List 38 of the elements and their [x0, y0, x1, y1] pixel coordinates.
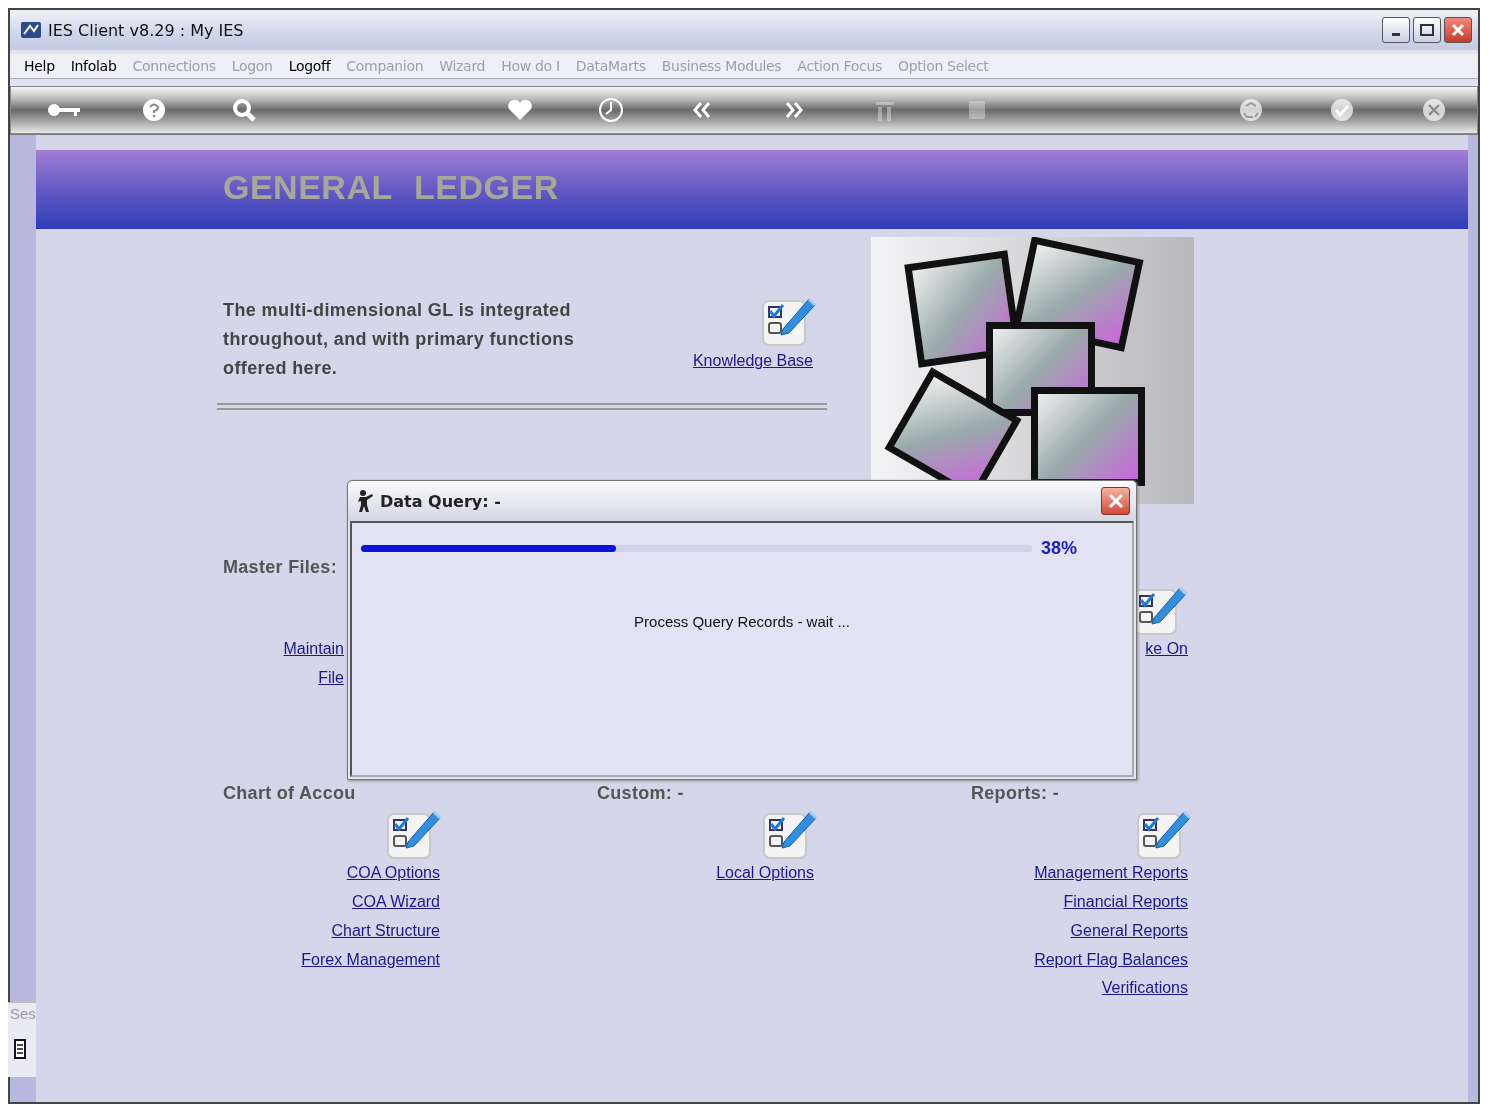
dialog-title: Data Query: -	[380, 491, 501, 511]
section-heading: Chart of Accou	[223, 782, 357, 805]
menu-link[interactable]: COA Wizard	[352, 888, 440, 917]
close-icon	[1451, 23, 1465, 37]
menu-link[interactable]: Chart Structure	[331, 916, 440, 946]
window-title: IES Client v8.29 : My IES	[48, 20, 244, 40]
close-button[interactable]	[1101, 487, 1130, 515]
menu-link[interactable]: Report Flag Balances	[1034, 945, 1188, 975]
menu-link[interactable]: Knowledge Base	[692, 347, 813, 376]
menu-link[interactable]: General Reports	[1070, 916, 1188, 946]
menu-link[interactable]: Local Options	[716, 859, 814, 889]
menu-item[interactable]: Help	[16, 58, 63, 74]
menu-link[interactable]: Verifications	[1101, 974, 1188, 1003]
menu-link[interactable]: ke On	[1145, 635, 1188, 664]
maximize-icon	[1420, 24, 1434, 36]
section-heading: Master Files:	[223, 556, 338, 578]
side-panel-label: Ses	[10, 1005, 36, 1022]
page-title: GENERAL LEDGER	[223, 168, 559, 207]
menu-item[interactable]: Logoff	[280, 58, 339, 74]
menu-item[interactable]: Infolab	[62, 58, 125, 74]
minimize-icon	[1392, 33, 1400, 36]
maximize-button[interactable]	[1413, 17, 1441, 43]
menu-link[interactable]: Financial Reports	[1063, 888, 1188, 917]
menu-link[interactable]: File	[318, 663, 344, 693]
section-heading: Reports: -	[971, 782, 1060, 805]
menu-link[interactable]: Maintain	[283, 635, 344, 664]
close-icon	[1107, 493, 1124, 509]
intro-text: The multi-dimensional GL is integrated throughout, and with primary functions offered here.	[223, 299, 576, 380]
progress-percent: 38%	[1041, 537, 1078, 559]
close-button[interactable]	[1444, 17, 1472, 43]
menu-link[interactable]: COA Options	[346, 859, 440, 889]
menu-link[interactable]: Forex Management	[301, 945, 440, 975]
app-icon	[20, 20, 42, 40]
menu-link[interactable]: Management Reports	[1034, 859, 1188, 889]
section-heading: Custom: -	[597, 782, 685, 805]
document-icon	[14, 1039, 26, 1059]
minimize-button[interactable]	[1382, 17, 1410, 43]
status-message: Process Query Records - wait ...	[634, 613, 850, 630]
